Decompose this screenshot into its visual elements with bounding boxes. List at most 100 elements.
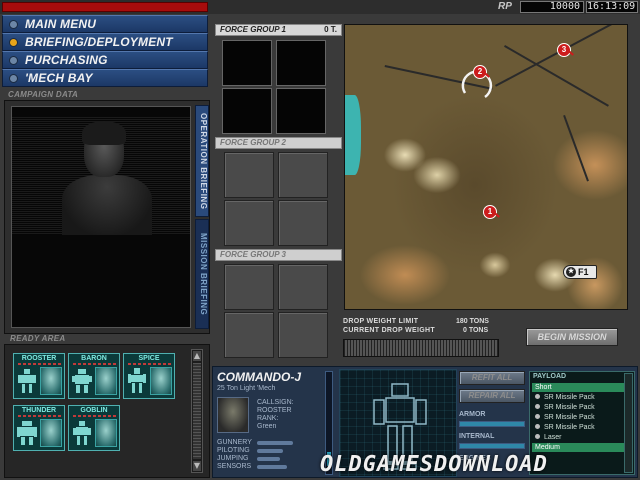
payload-item[interactable]: SR Missile Pack bbox=[532, 403, 624, 412]
menu-item-mech-bay[interactable]: 'MECH BAY bbox=[2, 69, 208, 87]
pilot-name: BARON bbox=[81, 355, 107, 362]
top-bar: RP 10000 16:13:09 bbox=[0, 0, 640, 14]
callsign-value: ROOSTER bbox=[257, 407, 292, 414]
force-slot[interactable] bbox=[224, 264, 274, 310]
rp-label: RP bbox=[498, 1, 512, 12]
force-slot[interactable] bbox=[224, 312, 274, 358]
bullet-icon bbox=[535, 414, 540, 419]
nav-marker-2[interactable]: 2 bbox=[473, 65, 487, 79]
payload-item-label: Laser bbox=[544, 434, 562, 441]
payload-item-label: Medium bbox=[535, 444, 560, 451]
force-group-label: FORCE GROUP 2 bbox=[220, 138, 286, 147]
payload-item[interactable]: Laser bbox=[532, 433, 624, 442]
radio-dot-icon bbox=[9, 38, 18, 47]
menu-item-main-menu[interactable]: MAIN MENU bbox=[2, 15, 208, 33]
force-slot[interactable] bbox=[224, 152, 274, 198]
force-slot[interactable] bbox=[276, 88, 326, 134]
payload-group-header[interactable]: Medium bbox=[532, 443, 624, 452]
force-group-marker[interactable]: ★ F1 bbox=[563, 265, 597, 279]
briefing-video bbox=[11, 106, 191, 328]
pilot-name: THUNDER bbox=[21, 407, 57, 414]
bullet-icon bbox=[535, 434, 540, 439]
drop-weight-limit-label: DROP WEIGHT LIMIT bbox=[343, 318, 419, 325]
menu-item-briefing[interactable]: BRIEFING/DEPLOYMENT bbox=[2, 33, 208, 51]
armor-label: ARMOR bbox=[459, 411, 486, 418]
payload-group-header[interactable]: Short bbox=[532, 383, 624, 392]
repair-all-button[interactable]: REPAIR ALL bbox=[459, 389, 525, 403]
menu-item-label: 'MECH BAY bbox=[25, 71, 93, 85]
menu-item-purchasing[interactable]: PURCHASING bbox=[2, 51, 208, 69]
pilot-portrait bbox=[95, 419, 117, 447]
skill-label: GUNNERY bbox=[217, 439, 252, 446]
nav-marker-3[interactable]: 3 bbox=[557, 43, 571, 57]
radio-dot-icon bbox=[9, 74, 18, 83]
pilot-name: ROOSTER bbox=[21, 355, 57, 362]
rank-label: RANK: bbox=[257, 415, 279, 422]
force-slot[interactable] bbox=[222, 88, 272, 134]
payload-item[interactable]: SR Missile Pack bbox=[532, 413, 624, 422]
force-slot[interactable] bbox=[278, 152, 328, 198]
force-slot[interactable] bbox=[222, 40, 272, 86]
internal-label: INTERNAL bbox=[459, 433, 495, 440]
mech-icon bbox=[73, 421, 91, 445]
pilot-portrait bbox=[217, 397, 249, 433]
bullet-icon bbox=[535, 394, 540, 399]
pilot-card-baron[interactable]: BARON bbox=[68, 353, 120, 399]
scroll-track[interactable] bbox=[193, 363, 201, 459]
health-bar bbox=[18, 415, 62, 417]
force-group-3-header[interactable]: FORCE GROUP 3 bbox=[215, 249, 342, 261]
bullet-icon bbox=[535, 424, 540, 429]
force-group-label: FORCE GROUP 3 bbox=[220, 250, 286, 259]
status-bar bbox=[2, 2, 208, 12]
drop-weight-meter bbox=[343, 339, 499, 357]
payload-item[interactable]: SR Missile Pack bbox=[532, 423, 624, 432]
armor-bar bbox=[459, 421, 525, 427]
force-group-2-header[interactable]: FORCE GROUP 2 bbox=[215, 137, 342, 149]
mech-icon bbox=[18, 369, 36, 393]
menu-item-label: PURCHASING bbox=[25, 53, 108, 67]
pilot-card-goblin[interactable]: GOBLIN bbox=[68, 405, 120, 451]
health-bar bbox=[18, 363, 62, 365]
rank-value: Green bbox=[257, 423, 277, 430]
health-bar bbox=[73, 363, 117, 365]
force-group-1-header[interactable]: FORCE GROUP 1 0 T. bbox=[215, 24, 342, 36]
mech-icon bbox=[128, 368, 146, 393]
payload-item-label: SR Missile Pack bbox=[544, 394, 595, 401]
radio-dot-icon bbox=[9, 20, 18, 29]
portrait-body bbox=[62, 175, 152, 235]
skill-jumping: JUMPING bbox=[217, 455, 327, 463]
drop-weight-limit-value: 180 TONS bbox=[456, 318, 489, 325]
radio-dot-icon bbox=[9, 56, 18, 65]
refit-all-button[interactable]: REFIT ALL bbox=[459, 371, 525, 385]
begin-mission-button[interactable]: BEGIN MISSION bbox=[526, 328, 618, 346]
bullet-icon bbox=[535, 404, 540, 409]
pilot-portrait bbox=[150, 367, 172, 395]
mission-map[interactable]: 2 3 1 ★ F1 bbox=[344, 24, 628, 310]
menu-item-label: BRIEFING/DEPLOYMENT bbox=[25, 35, 173, 49]
payload-item[interactable]: SR Missile Pack bbox=[532, 393, 624, 402]
force-slot[interactable] bbox=[278, 200, 328, 246]
force-slot[interactable] bbox=[276, 40, 326, 86]
commander-portrait bbox=[12, 117, 190, 235]
tab-mission-briefing[interactable]: MISSION BRIEFING bbox=[195, 219, 209, 329]
scroll-up-icon[interactable]: ▲ bbox=[193, 351, 201, 361]
force-slot[interactable] bbox=[278, 312, 328, 358]
skill-label: PILOTING bbox=[217, 447, 250, 454]
ready-area-scrollbar[interactable]: ▲ ▼ bbox=[191, 349, 203, 473]
force-slot[interactable] bbox=[224, 200, 274, 246]
force-slot[interactable] bbox=[278, 264, 328, 310]
force-tag-label: F1 bbox=[578, 267, 589, 277]
nav-marker-1[interactable]: 1 bbox=[483, 205, 497, 219]
campaign-data-title: CAMPAIGN DATA bbox=[8, 90, 79, 99]
pilot-card-thunder[interactable]: THUNDER bbox=[13, 405, 65, 451]
pilot-card-spice[interactable]: SPICE bbox=[123, 353, 175, 399]
mech-icon bbox=[17, 421, 37, 445]
pilot-card-rooster[interactable]: ROOSTER bbox=[13, 353, 65, 399]
road bbox=[563, 115, 589, 182]
pilot-name: SPICE bbox=[138, 355, 160, 362]
current-drop-weight-value: 0 TONS bbox=[463, 327, 489, 334]
tab-operation-briefing[interactable]: OPERATION BRIEFING bbox=[195, 105, 209, 217]
scroll-down-icon[interactable]: ▼ bbox=[193, 461, 201, 471]
internal-bar bbox=[459, 443, 525, 449]
skill-gunnery: GUNNERY bbox=[217, 439, 327, 447]
